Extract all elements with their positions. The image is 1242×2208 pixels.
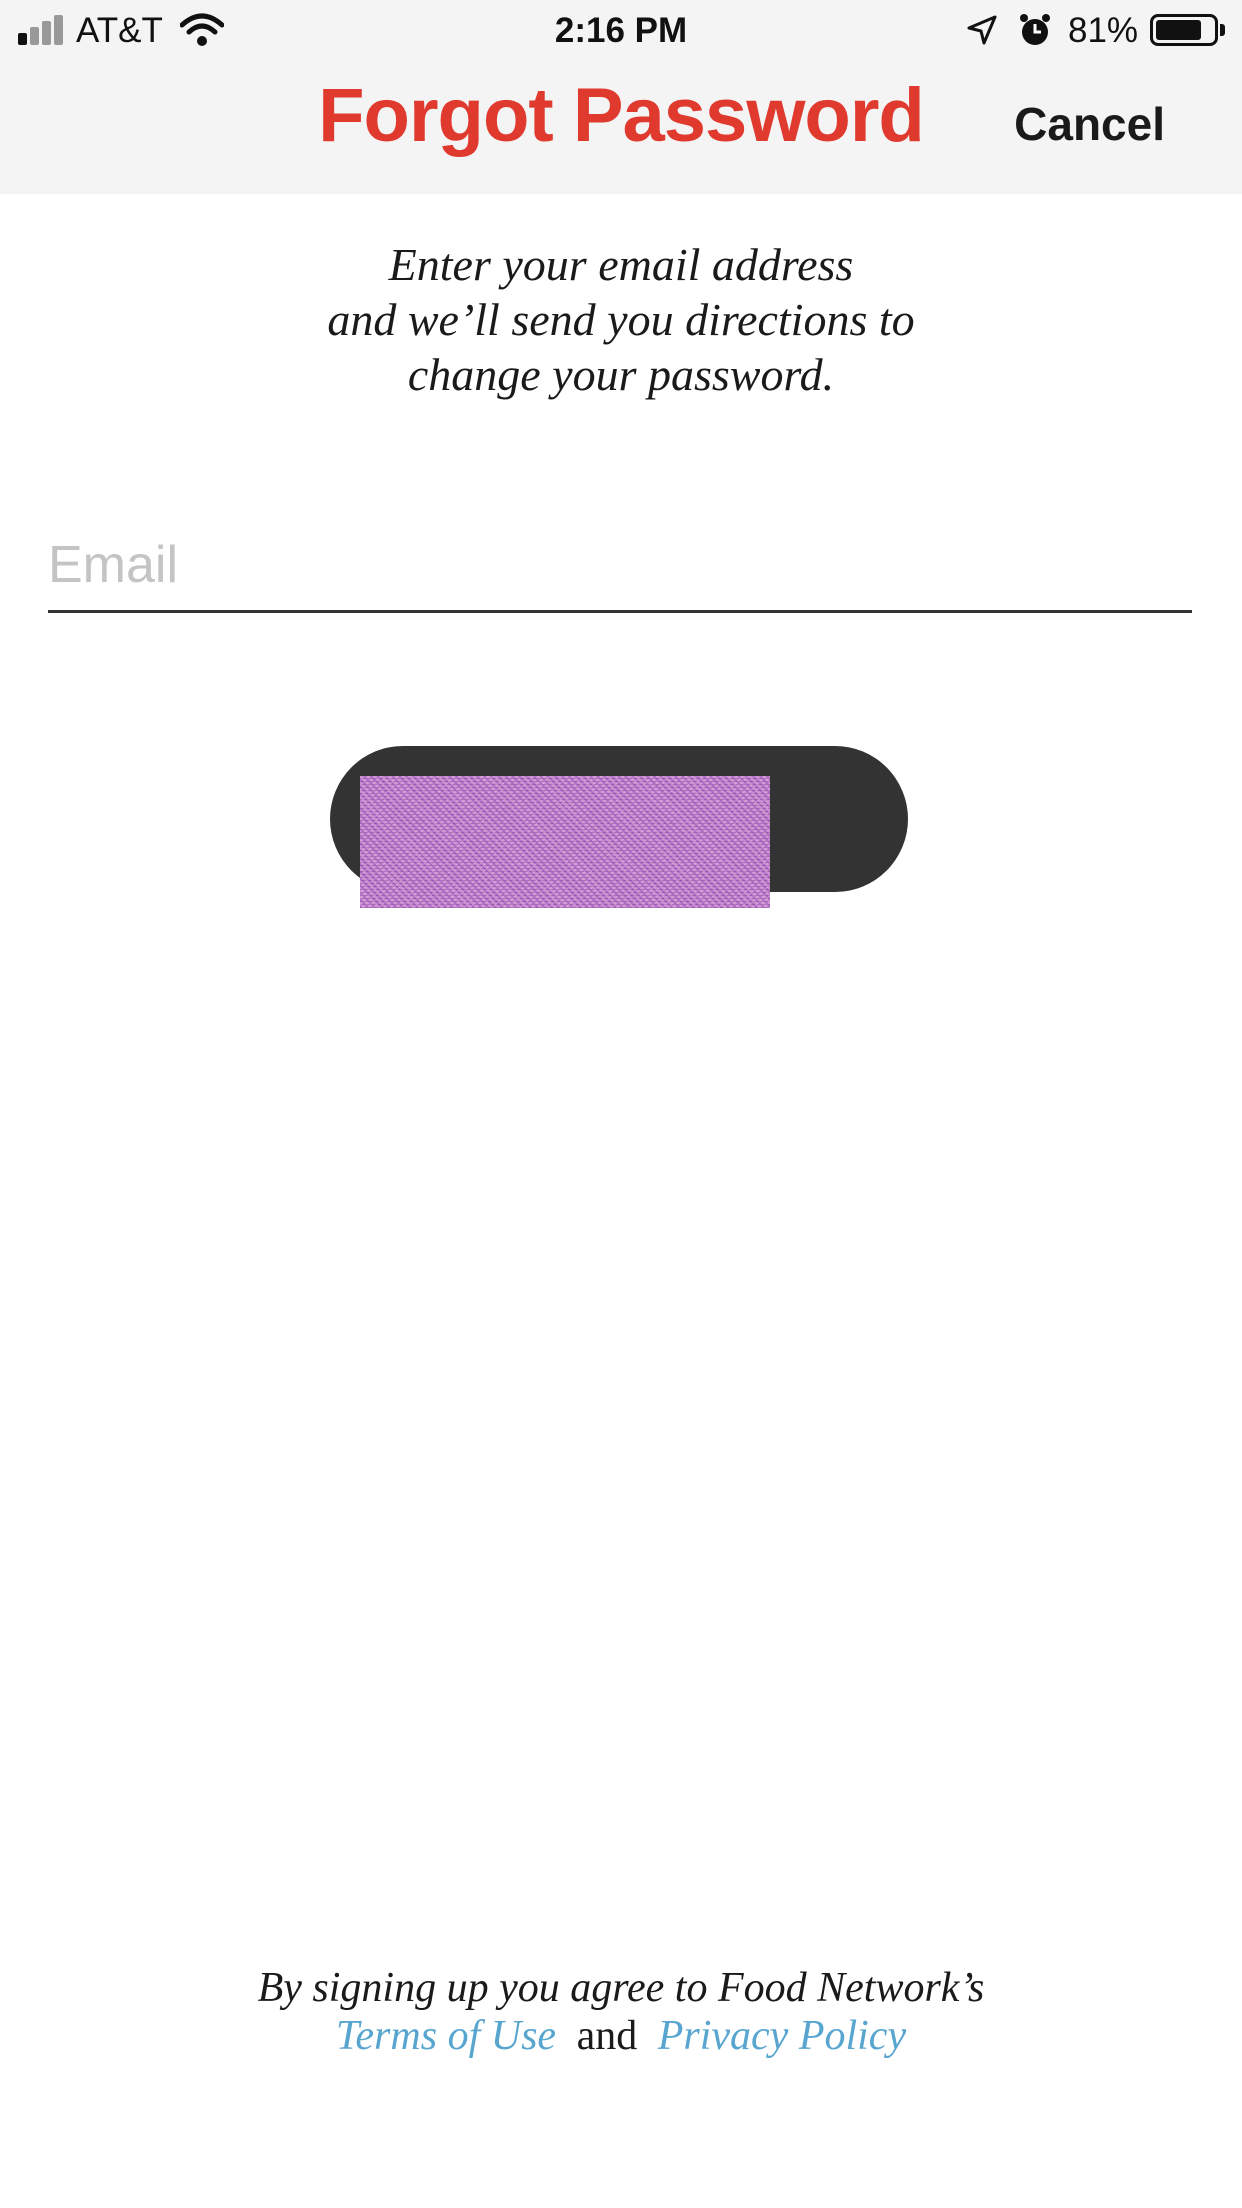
header-area: AT&T 2:16 PM 81% Forgot Password Cancel (0, 0, 1242, 194)
battery-nub (1220, 24, 1225, 36)
cancel-button[interactable]: Cancel (1014, 92, 1165, 156)
terms-of-use-link[interactable]: Terms of Use (336, 2013, 556, 2059)
battery-fill (1156, 20, 1202, 40)
battery-percent: 81% (1068, 11, 1139, 50)
email-input[interactable] (48, 520, 1192, 610)
instructions-text: Enter your email address and we’ll send … (327, 239, 915, 400)
privacy-policy-link[interactable]: Privacy Policy (658, 2013, 906, 2059)
redacted-button-label (360, 776, 770, 908)
submit-button[interactable] (330, 746, 908, 908)
battery-icon (1150, 14, 1218, 46)
status-time: 2:16 PM (554, 11, 688, 50)
legal-footer: By signing up you agree to Food Network’… (0, 1964, 1242, 2060)
alarm-clock-icon (1020, 14, 1050, 45)
legal-text: By signing up you agree to Food Network’… (257, 1965, 985, 2011)
email-field (48, 520, 1192, 613)
legal-links-line: Terms of Use and Privacy Policy (0, 2012, 1242, 2060)
legal-conjunction: and (576, 2013, 638, 2059)
status-bar: AT&T 2:16 PM 81% (0, 0, 1242, 60)
location-arrow-icon (967, 15, 997, 45)
